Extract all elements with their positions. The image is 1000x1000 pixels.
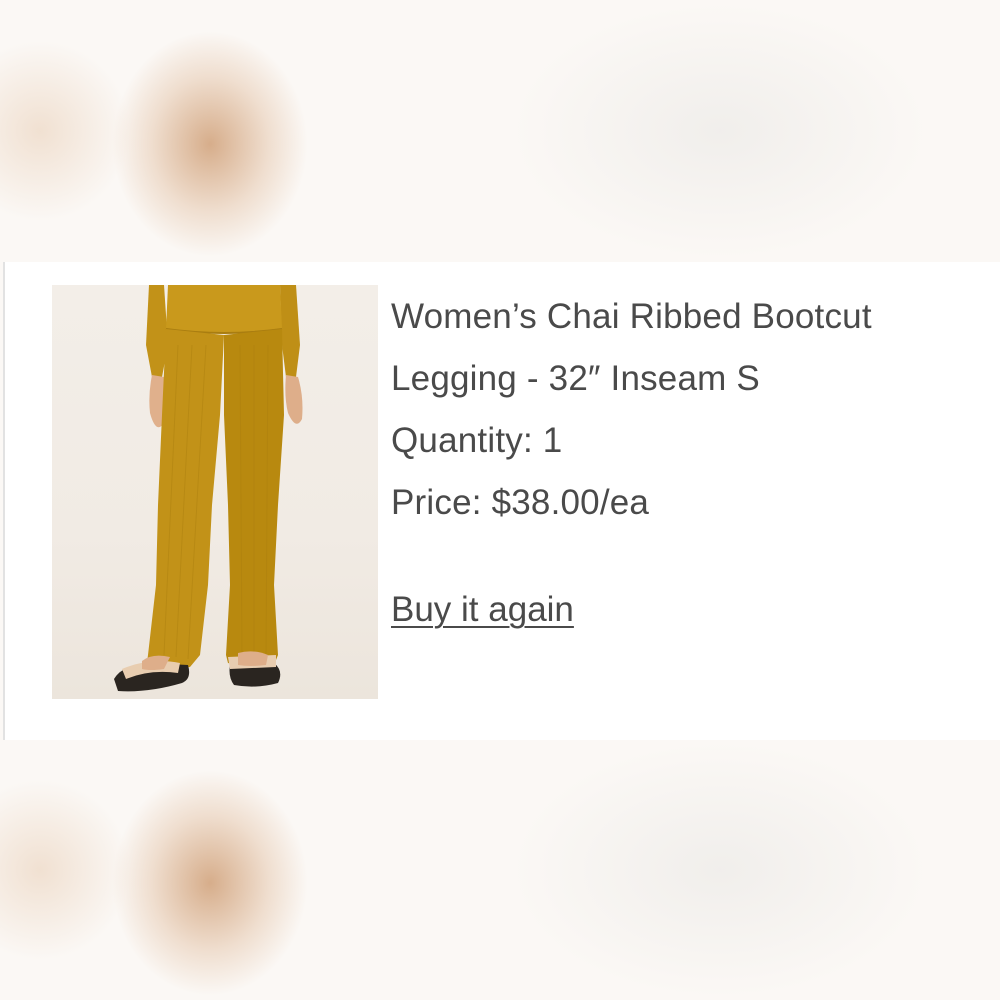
blurred-background-top [0, 0, 1000, 262]
product-title-line2: Legging - 32″ Inseam S [391, 359, 760, 398]
screenshot-stage: Women’s Chai Ribbed Bootcut Legging - 32… [0, 0, 1000, 1000]
product-quantity: Quantity: 1 [391, 421, 563, 460]
buy-it-again-link[interactable]: Buy it again [391, 580, 574, 640]
order-item-card: Women’s Chai Ribbed Bootcut Legging - 32… [3, 262, 1000, 740]
product-image[interactable] [52, 285, 378, 699]
product-details: Women’s Chai Ribbed Bootcut Legging - 32… [391, 286, 991, 534]
product-photo-icon [114, 285, 303, 692]
product-title-line1: Women’s Chai Ribbed Bootcut [391, 297, 872, 336]
product-price: Price: $38.00/ea [391, 483, 650, 522]
blurred-background-bottom [0, 740, 1000, 1000]
